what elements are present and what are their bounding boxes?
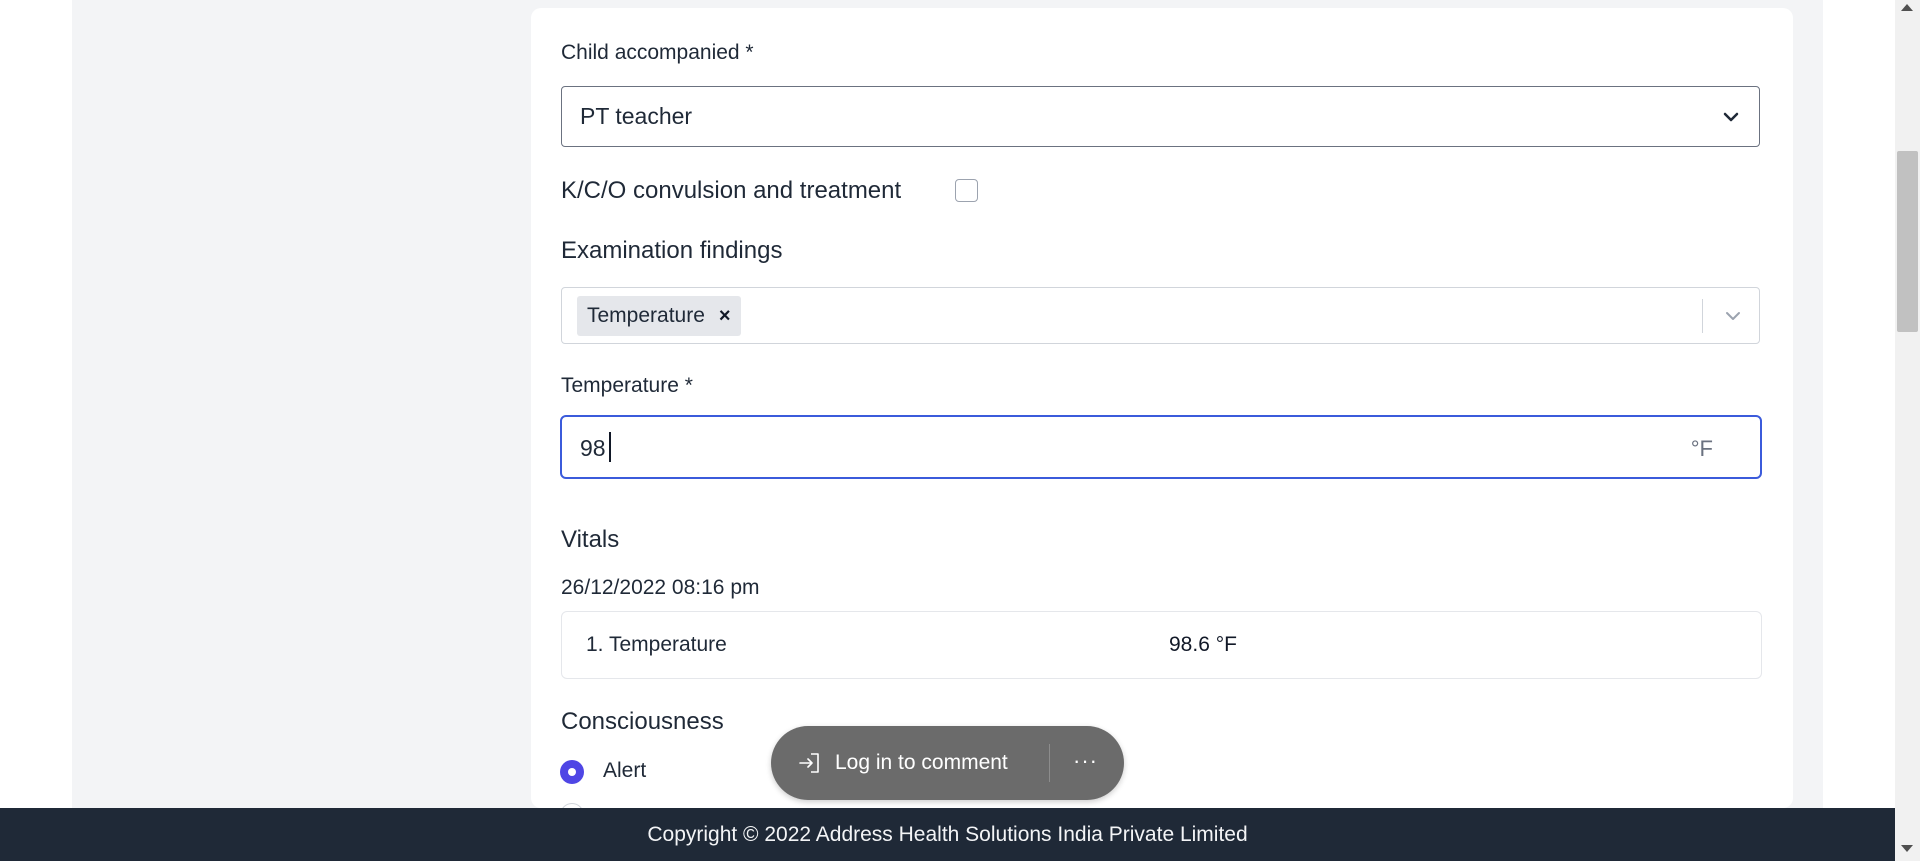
child-accompanied-value: PT teacher (580, 103, 693, 129)
temperature-unit: °F (1690, 436, 1713, 461)
copyright-text: Copyright © 2022 Address Health Solution… (647, 822, 1248, 846)
vitals-timestamp: 26/12/2022 08:16 pm (561, 576, 760, 599)
vertical-scrollbar[interactable] (1895, 0, 1920, 861)
chevron-down-icon (1723, 112, 1739, 122)
radio-alert-label[interactable]: Alert (603, 759, 646, 783)
examination-findings-label: Examination findings (561, 237, 783, 264)
text-cursor (609, 432, 611, 462)
examination-findings-multiselect[interactable]: Temperature × (561, 287, 1760, 344)
more-options-icon[interactable]: ··· (1073, 748, 1098, 774)
kco-convulsion-label: K/C/O convulsion and treatment (561, 177, 902, 204)
login-to-comment-label: Log in to comment (835, 751, 1008, 774)
login-to-comment-button[interactable]: Log in to comment (797, 750, 1008, 776)
vitals-heading: Vitals (561, 526, 620, 553)
vitals-row-name: 1. Temperature (586, 633, 727, 656)
kco-convulsion-checkbox[interactable] (955, 179, 978, 202)
chevron-down-icon[interactable] (1723, 306, 1743, 326)
temperature-value: 98 (580, 435, 606, 461)
child-accompanied-label: Child accompanied * (561, 41, 754, 64)
footer: Copyright © 2022 Address Health Solution… (0, 808, 1895, 861)
radio-alert[interactable] (560, 760, 584, 784)
indicator-separator (1702, 299, 1703, 333)
scroll-down-arrow-icon[interactable] (1901, 845, 1913, 852)
vitals-table: 1. Temperature 98.6 °F (561, 611, 1762, 679)
chip-label: Temperature (587, 304, 705, 327)
temperature-input[interactable]: 98 °F (560, 415, 1762, 479)
vitals-row-value: 98.6 °F (1169, 633, 1237, 656)
comment-bar-divider (1049, 744, 1050, 782)
comment-bar: Log in to comment ··· (771, 726, 1124, 800)
consciousness-heading: Consciousness (561, 708, 724, 735)
child-accompanied-select[interactable]: PT teacher (561, 86, 1760, 147)
scrollbar-thumb[interactable] (1897, 151, 1918, 332)
scroll-up-arrow-icon[interactable] (1901, 4, 1913, 11)
temperature-label: Temperature * (561, 374, 693, 397)
remove-chip-icon[interactable]: × (719, 305, 731, 328)
sign-in-icon (799, 753, 819, 773)
selected-chip-temperature: Temperature × (577, 296, 741, 336)
